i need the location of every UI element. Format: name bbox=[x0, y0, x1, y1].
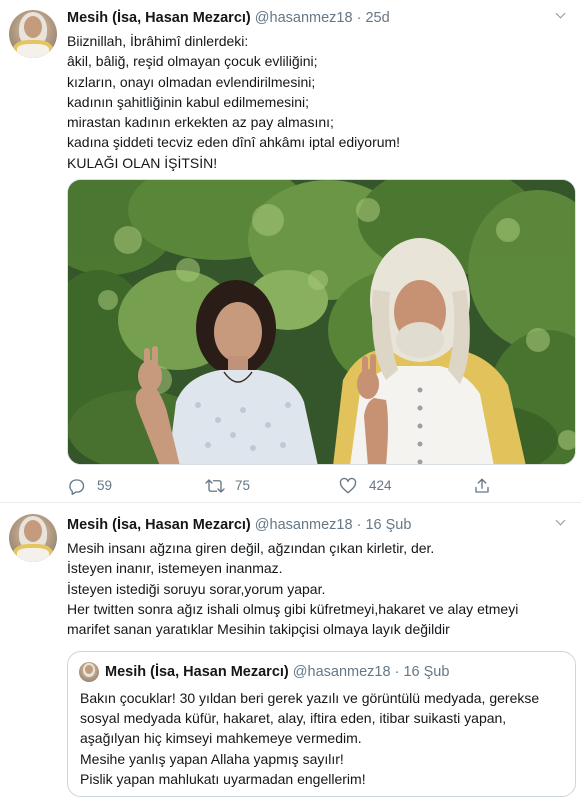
quoted-line: Mesihe yanlış yapan Allaha yapmış sayılı… bbox=[80, 750, 344, 767]
quoted-line: Bakın çocuklar! 30 yıldan beri gerek yaz… bbox=[80, 690, 540, 706]
tweet-line: Mesih insanı ağzına giren değil, ağzında… bbox=[67, 540, 435, 556]
tweet-line: marifet sanan yaratıklar Mesihin takipçi… bbox=[67, 621, 450, 638]
quoted-line: aşağılyan hiç kimseyi mahkemeye vermedim… bbox=[80, 730, 362, 747]
avatar[interactable] bbox=[9, 514, 57, 562]
chevron-down-icon[interactable] bbox=[555, 10, 567, 22]
tweet-line: kızların, onayı olmadan evlendirilmesini… bbox=[67, 73, 316, 90]
tweet-line: Her twitten sonra ağız ishali olmuş gibi… bbox=[67, 600, 519, 617]
quoted-line: Pislik yapan mahlukatı uyarmadan engelle… bbox=[80, 770, 366, 787]
tweet-text: Biiznillah, İbrâhimî dinlerdeki: âkil, b… bbox=[67, 31, 400, 173]
tweet-text: Mesih insanı ağzına giren değil, ağzında… bbox=[67, 538, 518, 639]
quoted-timestamp: 16 Şub bbox=[403, 664, 450, 680]
tweet-line: KULAĞI OLAN İŞİTSİN! bbox=[67, 154, 218, 171]
reply-icon bbox=[69, 479, 85, 495]
quoted-header: Mesih (İsa, Hasan Mezarcı) @hasanmez18 ·… bbox=[105, 662, 449, 682]
tweet-photo[interactable] bbox=[67, 179, 576, 465]
user-handle[interactable]: @hasanmez18 bbox=[255, 10, 353, 26]
user-handle[interactable]: @hasanmez18 bbox=[255, 517, 353, 533]
tweet-line: kadının şahitliğinin kabul edilmemesini; bbox=[67, 93, 310, 110]
display-name[interactable]: Mesih (İsa, Hasan Mezarcı) bbox=[67, 517, 251, 533]
separator-dot: · bbox=[356, 10, 362, 26]
tweet[interactable]: Mesih (İsa, Hasan Mezarcı) @hasanmez18 ·… bbox=[0, 0, 581, 503]
separator-dot: · bbox=[394, 664, 400, 680]
tweet-header: Mesih (İsa, Hasan Mezarcı) @hasanmez18 ·… bbox=[67, 515, 411, 535]
quoted-text: Bakın çocuklar! 30 yıldan beri gerek yaz… bbox=[80, 688, 539, 789]
tweet-line: İsteyen istediği soruyu sorar,yorum yapa… bbox=[67, 580, 326, 597]
share-icon bbox=[475, 478, 489, 493]
tweet-timestamp[interactable]: 16 Şub bbox=[365, 517, 411, 533]
tweet-line: mirastan kadının erkekten az pay almasın… bbox=[67, 114, 334, 131]
quoted-tweet[interactable]: Mesih (İsa, Hasan Mezarcı) @hasanmez18 ·… bbox=[67, 651, 576, 797]
quoted-avatar bbox=[79, 662, 99, 682]
quoted-display-name: Mesih (İsa, Hasan Mezarcı) bbox=[105, 664, 289, 680]
tweet-header: Mesih (İsa, Hasan Mezarcı) @hasanmez18 ·… bbox=[67, 8, 390, 28]
tweet-actions: 59 75 424 bbox=[67, 476, 576, 496]
retweet-count: 75 bbox=[235, 478, 251, 493]
display-name[interactable]: Mesih (İsa, Hasan Mezarcı) bbox=[67, 10, 251, 26]
quoted-handle: @hasanmez18 bbox=[292, 664, 391, 680]
chevron-down-icon[interactable] bbox=[555, 517, 567, 529]
tweet-line: âkil, bâliğ, reşid olmayan çocuk evliliğ… bbox=[67, 53, 318, 70]
separator-dot: · bbox=[356, 517, 362, 533]
heart-icon bbox=[339, 477, 357, 494]
avatar[interactable] bbox=[9, 10, 57, 58]
tweet-line: Biiznillah, İbrâhimî dinlerdeki: bbox=[67, 33, 249, 49]
tweet-line: İsteyen inanır, istemeyen inanmaz. bbox=[67, 560, 283, 577]
reply-count: 59 bbox=[97, 478, 113, 493]
tweet-timestamp[interactable]: 25d bbox=[365, 10, 389, 26]
quoted-line: sosyal medyada küfür, hakaret, alay, ift… bbox=[80, 710, 507, 727]
like-count: 424 bbox=[369, 478, 392, 493]
tweet-line: kadına şiddeti tecviz eden dînî ahkâmı i… bbox=[67, 134, 401, 151]
retweet-icon bbox=[205, 479, 225, 493]
